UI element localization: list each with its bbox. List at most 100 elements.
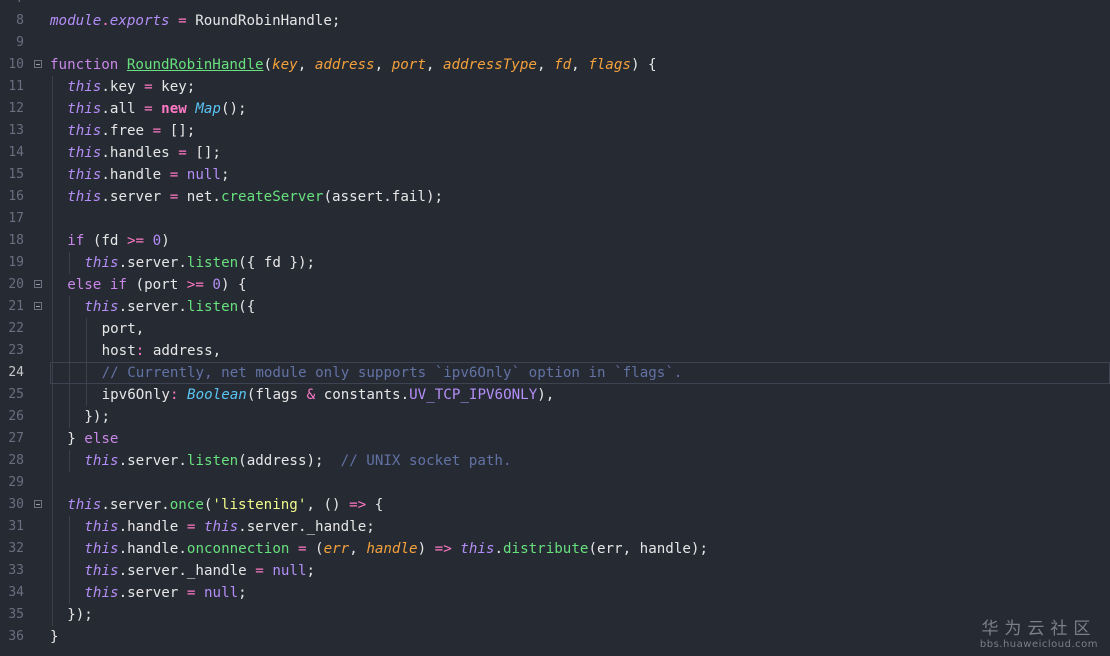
indent-guide (52, 538, 53, 560)
code-token: .server._handle; (238, 519, 375, 535)
code-token: ) (417, 541, 435, 557)
code-line[interactable]: 11 this.key = key; (0, 76, 1110, 98)
indent-guide (52, 472, 53, 494)
code-line[interactable]: 28 this.server.listen(address); // UNIX s… (0, 450, 1110, 472)
code-line[interactable]: 36} (0, 626, 1110, 648)
code-text: this.server.listen({ (84, 296, 255, 318)
code-token: (assert.fail); (323, 189, 444, 205)
code-line[interactable]: 23 host: address, (0, 340, 1110, 362)
code-token: ; (306, 563, 316, 579)
code-line[interactable]: 12 this.all = new Map(); (0, 98, 1110, 120)
code-line[interactable]: 10 function RoundRobinHandle(key, address… (0, 54, 1110, 76)
code-line[interactable]: 8 module.exports = RoundRobinHandle; (0, 10, 1110, 32)
code-token: (); (220, 101, 247, 117)
line-number: 7 (0, 0, 24, 10)
fold-toggle-icon[interactable] (34, 500, 42, 508)
code-token: (flags (246, 387, 307, 403)
code-line[interactable]: 32 this.handle.onconnection = (err, handl… (0, 538, 1110, 560)
code-line[interactable]: 16 this.server = net.createServer(assert.… (0, 186, 1110, 208)
fold-toggle-icon[interactable] (34, 302, 42, 310)
indent-guide (86, 384, 88, 406)
indent-guide (69, 516, 71, 538)
code-token: , (297, 57, 315, 73)
code-token: host (101, 343, 136, 359)
code-token: Map (195, 101, 221, 117)
code-token: ) { (630, 57, 657, 73)
code-line[interactable]: 7 (0, 0, 1110, 10)
code-text: ipv6Only: Boolean(flags & constants.UV_T… (102, 384, 555, 406)
code-text: this.handle = this.server._handle; (84, 516, 374, 538)
code-token: listen (186, 299, 239, 315)
code-line[interactable]: 25 ipv6Only: Boolean(flags & constants.UV… (0, 384, 1110, 406)
indent-guide (69, 582, 71, 604)
code-line[interactable]: 21 this.server.listen({ (0, 296, 1110, 318)
code-text: this.key = key; (67, 76, 195, 98)
code-token: = (169, 189, 179, 205)
code-line[interactable]: 14 this.handles = []; (0, 142, 1110, 164)
code-token: = (178, 13, 187, 29)
code-line[interactable]: 26}); (0, 406, 1110, 428)
code-token: ({ (238, 299, 256, 315)
line-number: 22 (8, 321, 24, 336)
code-token: = (144, 79, 153, 95)
code-token: distribute (503, 541, 589, 557)
code-text: this.handles = []; (67, 142, 221, 164)
code-line[interactable]: 19 this.server.listen({ fd }); (0, 252, 1110, 274)
code-line[interactable]: 17 (0, 208, 1110, 230)
code-line[interactable]: 24 // Currently, net module only supports… (0, 362, 1110, 384)
indent-guide (52, 120, 53, 142)
code-line[interactable]: 34 this.server = null; (0, 582, 1110, 604)
code-text: this.server = net.createServer(assert.fa… (67, 186, 443, 208)
code-token: = (178, 145, 187, 161)
code-token: .free (101, 123, 153, 139)
code-token: .handle. (118, 541, 187, 557)
indent-guide (52, 384, 53, 406)
code-token: => (434, 541, 452, 557)
code-token: RoundRobinHandle (126, 57, 264, 73)
code-line[interactable]: 15 this.handle = null; (0, 164, 1110, 186)
code-line[interactable]: 22 port, (0, 318, 1110, 340)
code-line[interactable]: 27} else (0, 428, 1110, 450)
code-token: = (255, 563, 264, 579)
fold-toggle-icon[interactable] (34, 60, 42, 68)
line-number: 32 (8, 541, 24, 556)
code-line[interactable]: 33 this.server._handle = null; (0, 560, 1110, 582)
code-token: }); (67, 607, 93, 623)
line-number: 25 (8, 387, 24, 402)
code-text: // Currently, net module only supports `… (102, 362, 683, 384)
code-token: function (50, 57, 127, 73)
code-token: key; (152, 79, 196, 95)
indent-guide (52, 230, 53, 252)
code-line[interactable]: 9 (0, 32, 1110, 54)
code-token: this (460, 541, 495, 557)
line-number: 9 (16, 35, 24, 50)
code-line[interactable]: 18 if (fd >= 0) (0, 230, 1110, 252)
code-text: } (50, 626, 59, 648)
line-number: 8 (16, 13, 24, 28)
indent-guide (69, 406, 71, 428)
fold-toggle-icon[interactable] (34, 280, 42, 288)
code-token: UV_TCP_IPV6ONLY (409, 387, 538, 403)
code-line[interactable]: 20 else if (port >= 0) { (0, 274, 1110, 296)
indent-guide (52, 428, 53, 450)
code-editor[interactable]: 78module.exports = RoundRobinHandle; 9 10f… (0, 0, 1110, 648)
line-number: 30 (8, 497, 24, 512)
code-line[interactable]: 13 this.free = []; (0, 120, 1110, 142)
code-token: .server. (118, 299, 187, 315)
code-text: this.handle.onconnection = (err, handle)… (84, 538, 708, 560)
code-text: this.server._handle = null; (84, 560, 315, 582)
code-token: ) { (220, 277, 247, 293)
watermark-url: bbs.huaweicloud.com (979, 639, 1098, 650)
code-line[interactable]: 29 (0, 472, 1110, 494)
code-token: .all (101, 101, 145, 117)
code-line[interactable]: 35}); (0, 604, 1110, 626)
code-token: net. (178, 189, 221, 205)
code-token: .server (101, 189, 170, 205)
code-token: ; (238, 585, 247, 601)
code-line[interactable]: 31 this.handle = this.server._handle; (0, 516, 1110, 538)
code-line[interactable]: 30 this.server.once('listening', () => { (0, 494, 1110, 516)
code-token: this (204, 519, 239, 535)
line-number: 29 (8, 475, 24, 490)
indent-guide (52, 296, 53, 318)
